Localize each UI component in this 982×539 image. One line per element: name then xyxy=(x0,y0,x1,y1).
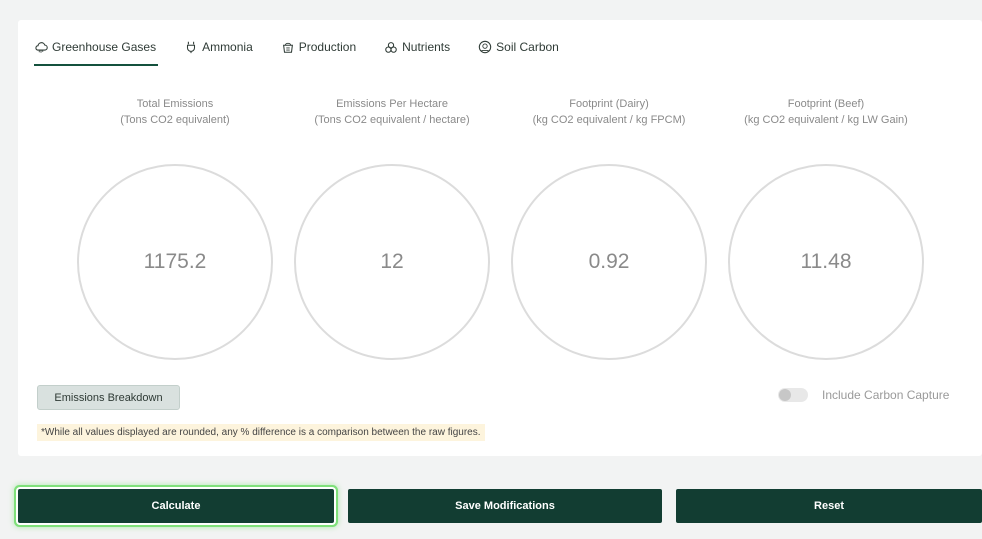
calculate-button[interactable]: Calculate xyxy=(18,489,334,523)
metric-emissions-per-hectare: Emissions Per Hectare (Tons CO2 equivale… xyxy=(294,96,490,128)
tab-production[interactable]: Production xyxy=(281,32,356,62)
carbon-capture-toggle[interactable] xyxy=(778,388,808,402)
metric-title: Total Emissions xyxy=(136,98,214,110)
metric-value: 12 xyxy=(380,250,404,273)
tab-nutrients[interactable]: Nutrients xyxy=(384,32,450,62)
tab-label: Nutrients xyxy=(402,40,451,54)
carbon-capture-label: Include Carbon Capture xyxy=(822,388,950,402)
emissions-breakdown-button[interactable]: Emissions Breakdown xyxy=(37,385,180,410)
metric-title: Footprint (Dairy) xyxy=(569,98,649,110)
metric-unit: (Tons CO2 equivalent) xyxy=(120,114,230,126)
soil-carbon-icon xyxy=(478,40,492,54)
reset-button[interactable]: Reset xyxy=(676,489,982,523)
metric-circle-footprint-beef: 11.48 xyxy=(728,164,924,360)
metric-value: 0.92 xyxy=(588,250,630,273)
metric-circle-total-emissions: 1175.2 xyxy=(77,164,273,360)
cloud-icon xyxy=(35,42,48,53)
tab-label: Production xyxy=(298,40,357,54)
tab-label: Greenhouse Gases xyxy=(52,40,157,54)
metric-total-emissions: Total Emissions (Tons CO2 equivalent) xyxy=(77,96,273,128)
rounding-note: *While all values displayed are rounded,… xyxy=(37,424,485,441)
tab-label: Ammonia xyxy=(202,40,253,54)
metric-value: 11.48 xyxy=(800,250,852,273)
toggle-knob xyxy=(779,389,791,401)
basket-icon xyxy=(282,42,293,53)
metric-title: Footprint (Beef) xyxy=(787,98,865,110)
metric-value: 1175.2 xyxy=(143,250,207,273)
metric-title: Emissions Per Hectare xyxy=(336,98,448,110)
metric-circle-emissions-per-hectare: 12 xyxy=(294,164,490,360)
results-tabs: Greenhouse Gases Ammonia Production Nutr… xyxy=(34,32,587,66)
metric-unit: (Tons CO2 equivalent / hectare) xyxy=(314,114,470,126)
metric-footprint-beef: Footprint (Beef) (kg CO2 equivalent / kg… xyxy=(728,96,924,128)
metric-unit: (kg CO2 equivalent / kg FPCM) xyxy=(532,114,686,126)
metric-footprint-dairy: Footprint (Dairy) (kg CO2 equivalent / k… xyxy=(511,96,707,128)
tab-label: Soil Carbon xyxy=(496,40,559,54)
metric-unit: (kg CO2 equivalent / kg LW Gain) xyxy=(744,114,908,126)
nutrients-icon xyxy=(385,42,397,53)
save-modifications-button[interactable]: Save Modifications xyxy=(348,489,662,523)
carbon-capture-control: Include Carbon Capture xyxy=(778,388,949,402)
flask-icon xyxy=(187,41,196,54)
tab-greenhouse-gases[interactable]: Greenhouse Gases xyxy=(34,32,159,66)
tab-ammonia[interactable]: Ammonia xyxy=(184,32,253,62)
tab-soil-carbon[interactable]: Soil Carbon xyxy=(478,32,559,62)
metric-circle-footprint-dairy: 0.92 xyxy=(511,164,707,360)
